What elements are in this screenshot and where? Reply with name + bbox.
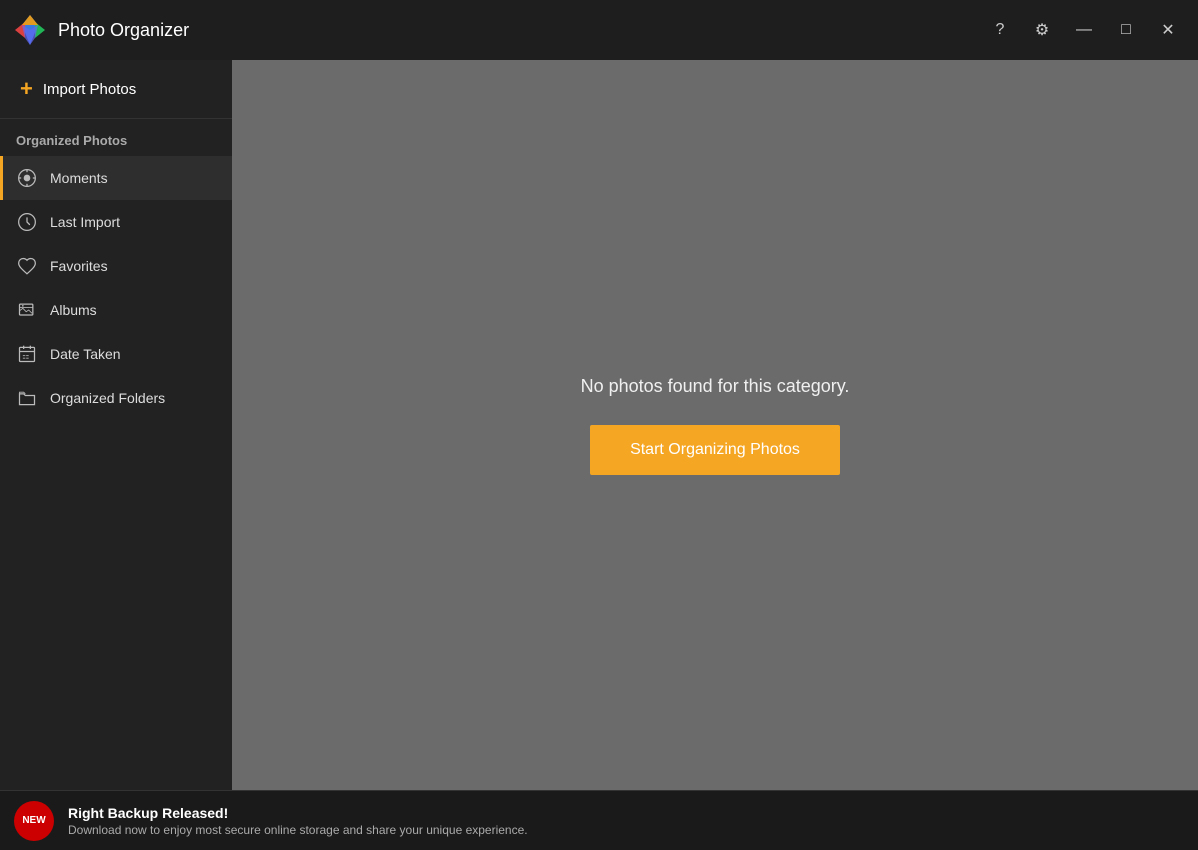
date-taken-icon [16, 343, 38, 365]
help-button[interactable]: ? [982, 12, 1018, 48]
close-button[interactable]: ✕ [1150, 12, 1186, 48]
organized-photos-label: Organized Photos [0, 119, 232, 156]
banner-description: Download now to enjoy most secure online… [68, 823, 528, 837]
organized-folders-icon [16, 387, 38, 409]
title-bar: Photo Organizer ? ⚙ — □ ✕ [0, 0, 1198, 60]
minimize-button[interactable]: — [1066, 12, 1102, 48]
favorites-label: Favorites [50, 258, 108, 274]
import-photos-label: Import Photos [43, 81, 136, 98]
title-controls: ? ⚙ — □ ✕ [982, 12, 1186, 48]
favorites-icon [16, 255, 38, 277]
new-badge: NEW [14, 801, 54, 841]
start-organizing-button[interactable]: Start Organizing Photos [590, 425, 840, 475]
no-photos-message: No photos found for this category. [581, 376, 850, 397]
content-area: No photos found for this category. Start… [232, 60, 1198, 790]
albums-label: Albums [50, 302, 97, 318]
banner-title: Right Backup Released! [68, 805, 528, 821]
app-title: Photo Organizer [58, 20, 189, 41]
albums-icon [16, 299, 38, 321]
organized-folders-label: Organized Folders [50, 390, 165, 406]
date-taken-label: Date Taken [50, 346, 121, 362]
banner-text: Right Backup Released! Download now to e… [68, 805, 528, 837]
last-import-icon [16, 211, 38, 233]
sidebar-item-favorites[interactable]: Favorites [0, 244, 232, 288]
moments-label: Moments [50, 170, 108, 186]
sidebar-item-organized-folders[interactable]: Organized Folders [0, 376, 232, 420]
sidebar-item-date-taken[interactable]: Date Taken [0, 332, 232, 376]
settings-button[interactable]: ⚙ [1024, 12, 1060, 48]
bottom-banner: NEW Right Backup Released! Download now … [0, 790, 1198, 850]
app-logo-icon [12, 12, 48, 48]
title-left: Photo Organizer [12, 12, 189, 48]
import-photos-button[interactable]: + Import Photos [0, 60, 232, 119]
maximize-button[interactable]: □ [1108, 12, 1144, 48]
sidebar: + Import Photos Organized Photos Moments [0, 60, 232, 790]
sidebar-item-moments[interactable]: Moments [0, 156, 232, 200]
main-layout: + Import Photos Organized Photos Moments [0, 60, 1198, 790]
import-plus-icon: + [20, 78, 33, 100]
moments-icon [16, 167, 38, 189]
last-import-label: Last Import [50, 214, 120, 230]
sidebar-item-albums[interactable]: Albums [0, 288, 232, 332]
sidebar-item-last-import[interactable]: Last Import [0, 200, 232, 244]
